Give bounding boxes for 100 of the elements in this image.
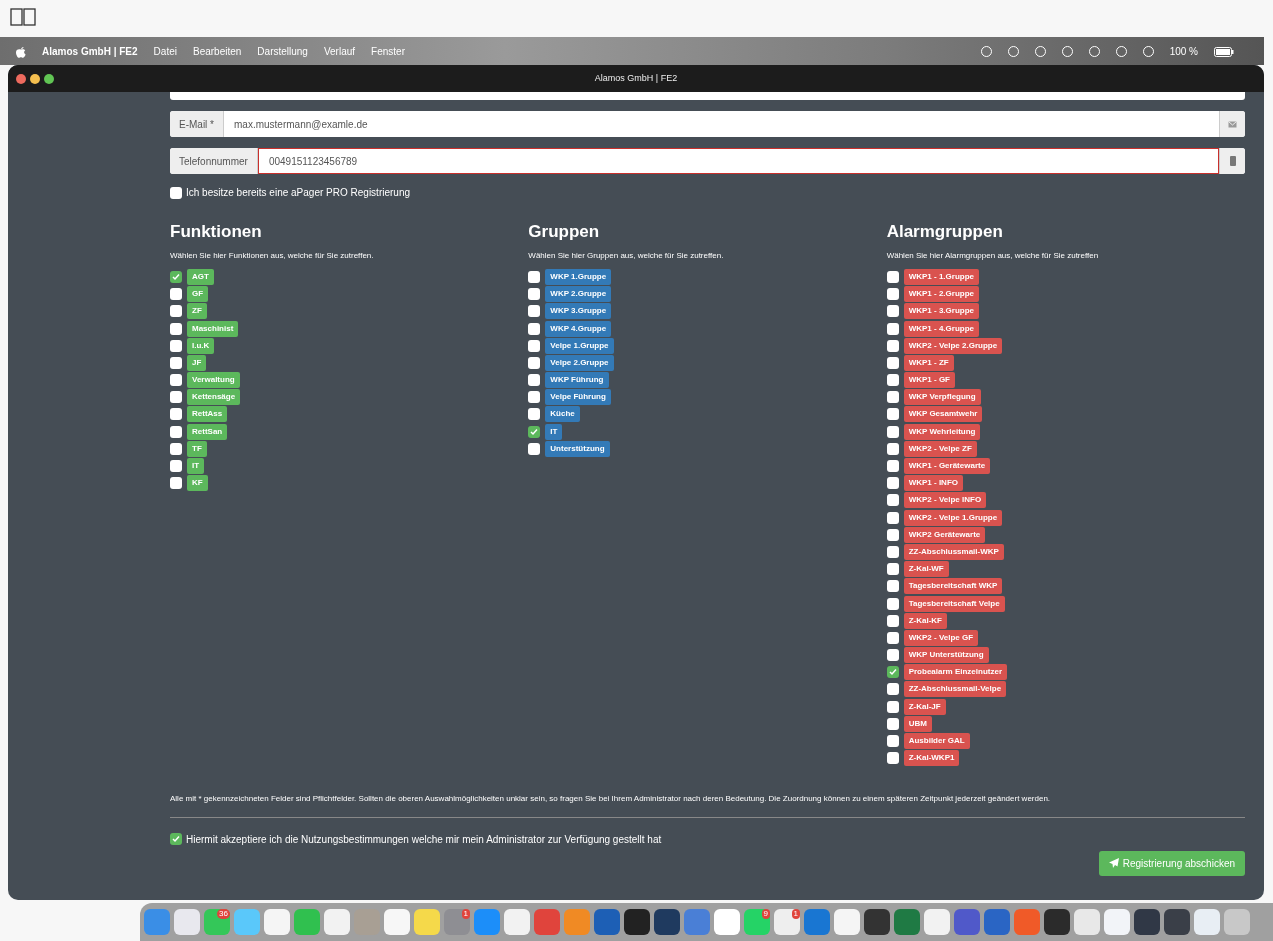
checkbox[interactable] bbox=[886, 322, 899, 335]
checkbox[interactable] bbox=[886, 494, 899, 507]
checkbox[interactable] bbox=[528, 391, 541, 404]
checkbox[interactable] bbox=[886, 477, 899, 490]
checkbox[interactable] bbox=[170, 356, 182, 369]
checkbox[interactable] bbox=[170, 374, 182, 387]
app-menu[interactable]: Alamos GmbH | FE2 bbox=[42, 43, 138, 59]
dock-app-icon[interactable] bbox=[1164, 909, 1190, 935]
input-field[interactable]: 0049151123456789 bbox=[257, 148, 1219, 174]
checkbox[interactable] bbox=[170, 305, 182, 318]
dock-app-icon[interactable]: 9 bbox=[744, 909, 770, 935]
checkbox[interactable] bbox=[170, 477, 182, 490]
tag-label: WKP Wehrleitung bbox=[903, 423, 981, 440]
tag-label: WKP1 - 2.Gruppe bbox=[903, 286, 979, 303]
tag-label: Verwaltung bbox=[187, 372, 240, 389]
checkbox[interactable] bbox=[886, 511, 899, 524]
checkbox[interactable] bbox=[170, 425, 182, 438]
tag-label: Z-Kal-JF bbox=[903, 698, 946, 715]
checkbox[interactable] bbox=[528, 339, 541, 352]
checkbox[interactable] bbox=[886, 700, 899, 713]
checkbox[interactable] bbox=[886, 442, 899, 455]
phone-icon bbox=[1229, 156, 1236, 166]
tag-label: WKP1 - 1.Gruppe bbox=[903, 269, 979, 285]
checkbox[interactable] bbox=[886, 425, 899, 438]
tag-label: RettAss bbox=[187, 406, 228, 423]
menu-item[interactable]: Bearbeiten bbox=[192, 43, 242, 59]
menu-item[interactable]: Darstellung bbox=[257, 43, 308, 59]
tag-label: WKP1 - INFO bbox=[903, 475, 963, 492]
checkbox[interactable] bbox=[528, 356, 541, 369]
field-label: E-Mail * bbox=[170, 111, 224, 137]
checkbox[interactable] bbox=[886, 597, 899, 610]
checkbox[interactable] bbox=[886, 580, 899, 593]
input-field[interactable]: max.mustermann@examle.de bbox=[224, 111, 1219, 137]
checkbox[interactable] bbox=[528, 442, 541, 455]
checkbox[interactable] bbox=[886, 305, 899, 318]
checkbox[interactable] bbox=[528, 288, 541, 301]
checkbox[interactable] bbox=[886, 528, 899, 541]
checkbox[interactable] bbox=[528, 374, 541, 387]
checkbox[interactable] bbox=[886, 717, 899, 730]
checkbox[interactable] bbox=[170, 288, 182, 301]
menu-item[interactable]: Verlauf bbox=[323, 43, 356, 59]
checkbox[interactable] bbox=[886, 271, 899, 283]
checkbox[interactable] bbox=[886, 546, 899, 558]
dock-app-icon[interactable] bbox=[624, 909, 650, 935]
checkbox[interactable] bbox=[886, 752, 899, 765]
dock-app-icon[interactable] bbox=[1134, 909, 1160, 935]
dock-app-icon[interactable]: 36 bbox=[204, 909, 230, 935]
dock-app-icon[interactable] bbox=[1044, 909, 1070, 935]
checkbox[interactable] bbox=[528, 305, 541, 318]
checkbox[interactable] bbox=[886, 391, 899, 404]
input-field[interactable] bbox=[170, 92, 1245, 100]
checkbox[interactable] bbox=[886, 683, 899, 696]
checkbox[interactable] bbox=[886, 631, 899, 644]
close-button[interactable] bbox=[16, 73, 26, 84]
checkbox[interactable] bbox=[170, 339, 182, 352]
maximize-button[interactable] bbox=[44, 73, 54, 84]
dock-app-icon[interactable] bbox=[654, 909, 680, 935]
checkbox[interactable] bbox=[886, 339, 899, 352]
submit-button[interactable]: Registrierung abschicken bbox=[1098, 850, 1245, 876]
tag-label: WKP 3.Gruppe bbox=[545, 303, 612, 320]
dock-app-icon[interactable]: 1 bbox=[444, 909, 470, 935]
checkbox[interactable] bbox=[886, 614, 899, 627]
checkbox[interactable] bbox=[528, 271, 541, 283]
section-heading: Gruppen bbox=[528, 222, 601, 243]
dock-app-icon[interactable]: 1 bbox=[774, 909, 800, 935]
tag-label: WKP 2.Gruppe bbox=[545, 286, 612, 303]
checkbox[interactable] bbox=[886, 288, 899, 301]
checkbox[interactable] bbox=[886, 666, 899, 679]
checkbox[interactable] bbox=[170, 408, 182, 421]
footnote-text: Alle mit * gekennzeichneten Felder sind Pflichtfelder. Sollten die oberen Auswahlmöglichkeiten unklar sein, so fragen Sie bei Ihrem Administrator nach deren Bedeutung. Die Zuordnung können zu einem späteren Zeitpunkt jederzeit geändert werden. bbox=[170, 792, 1052, 805]
menu-item[interactable]: Datei bbox=[153, 43, 177, 59]
checkbox[interactable] bbox=[886, 649, 899, 662]
checkbox[interactable] bbox=[170, 833, 182, 846]
paper-plane-icon bbox=[1108, 858, 1119, 869]
tag-label: WKP2 Gerätewarte bbox=[903, 526, 986, 543]
checkbox[interactable] bbox=[170, 391, 182, 404]
checkbox[interactable] bbox=[886, 374, 899, 387]
tag-label: GF bbox=[187, 286, 209, 303]
menu-item[interactable]: Fenster bbox=[371, 43, 405, 59]
checkbox[interactable] bbox=[528, 322, 541, 335]
checkbox[interactable] bbox=[528, 425, 541, 438]
checkbox[interactable] bbox=[886, 563, 899, 576]
checkbox[interactable] bbox=[886, 356, 899, 369]
dock-app-icon[interactable] bbox=[864, 909, 890, 935]
minimize-button[interactable] bbox=[30, 73, 40, 84]
checkbox[interactable] bbox=[886, 460, 899, 473]
checkbox[interactable] bbox=[170, 186, 182, 199]
tag-label: WKP1 - Gerätewarte bbox=[903, 458, 991, 475]
checkbox[interactable] bbox=[170, 322, 182, 335]
section-heading: Alarmgruppen bbox=[886, 222, 1004, 243]
checkbox[interactable] bbox=[170, 271, 182, 283]
tag-label: Z-Kal-WF bbox=[903, 561, 949, 578]
checkbox[interactable] bbox=[170, 460, 182, 473]
checkbox[interactable] bbox=[170, 442, 182, 455]
checkbox[interactable] bbox=[886, 735, 899, 748]
checkbox[interactable] bbox=[528, 408, 541, 421]
checkbox[interactable] bbox=[886, 408, 899, 421]
tag-label: RettSan bbox=[187, 423, 228, 440]
tag-label: WKP2 - Velpe 2.Gruppe bbox=[903, 337, 1003, 354]
missing-glyph-icon bbox=[10, 7, 37, 26]
